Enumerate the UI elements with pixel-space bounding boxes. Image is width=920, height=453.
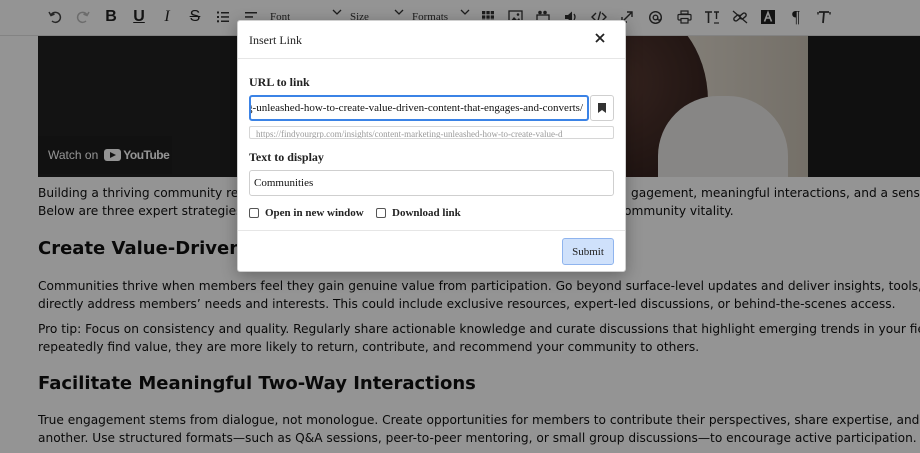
dialog-footer-divider bbox=[238, 230, 625, 231]
url-label: URL to link bbox=[249, 75, 310, 89]
download-link-checkbox[interactable]: Download link bbox=[376, 207, 461, 219]
dialog-title: Insert Link bbox=[249, 33, 302, 47]
url-input-value: g-unleashed-how-to-create-value-driven-c… bbox=[249, 102, 583, 114]
url-input[interactable]: g-unleashed-how-to-create-value-driven-c… bbox=[249, 95, 589, 121]
checkbox-box[interactable] bbox=[376, 208, 386, 218]
dialog-header: Insert Link bbox=[238, 21, 625, 59]
bookmark-button[interactable] bbox=[590, 95, 614, 121]
submit-button[interactable]: Submit bbox=[562, 238, 614, 265]
text-to-display-value: Communities bbox=[254, 177, 314, 189]
text-to-display-input[interactable]: Communities bbox=[249, 170, 614, 196]
insert-link-dialog: Insert Link URL to link g-unleashed-how-… bbox=[237, 20, 626, 272]
url-suggestion[interactable]: https://findyourgrp.com/insights/content… bbox=[249, 126, 614, 139]
open-new-window-checkbox[interactable]: Open in new window bbox=[249, 207, 364, 219]
close-icon[interactable] bbox=[593, 31, 607, 45]
open-new-window-label: Open in new window bbox=[265, 207, 364, 219]
bookmark-icon bbox=[598, 103, 606, 113]
text-to-display-label: Text to display bbox=[249, 150, 324, 164]
checkbox-box[interactable] bbox=[249, 208, 259, 218]
download-link-label: Download link bbox=[392, 207, 461, 219]
